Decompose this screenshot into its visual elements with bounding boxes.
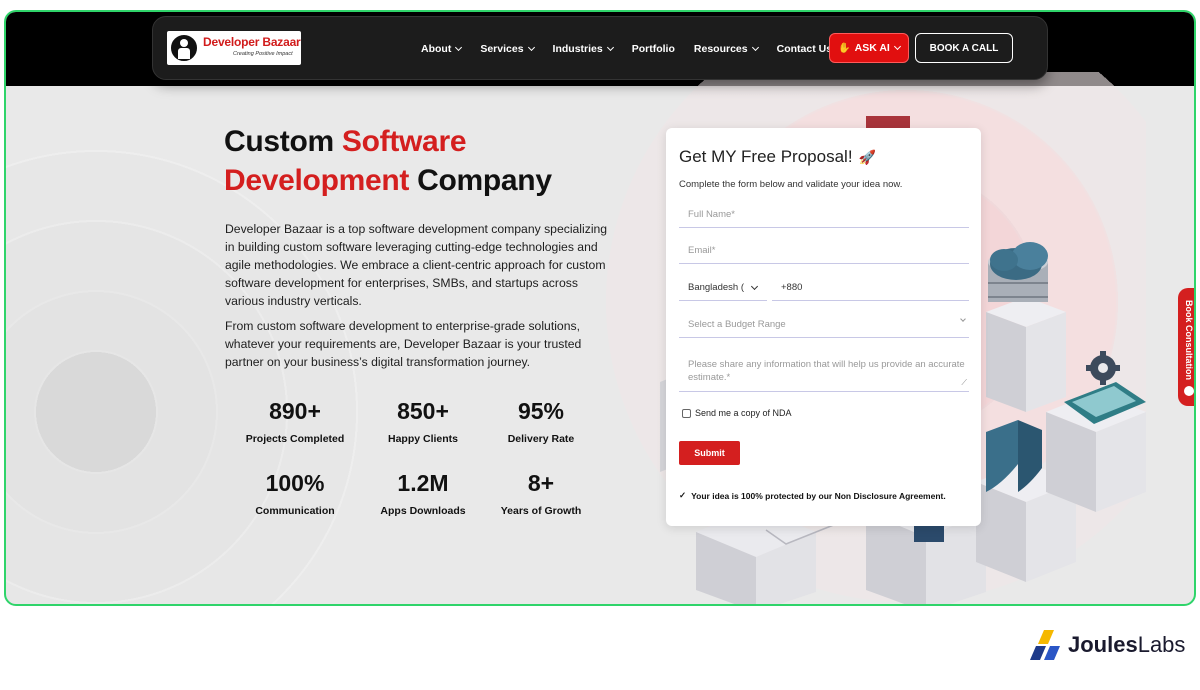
nda-label: Send me a copy of NDA [695, 408, 792, 418]
ask-ai-label: ASK AI [854, 42, 890, 54]
title-text: Company [409, 164, 552, 197]
page-title: Custom Software Development Company [224, 122, 552, 200]
hand-icon: ✋ [838, 42, 851, 54]
nav-menu: About Services Industries Portfolio Reso… [421, 17, 851, 81]
jouleslabs-wordmark: JoulesLabs [1068, 632, 1185, 658]
book-consultation-tab[interactable]: Book Consultation [1178, 288, 1194, 406]
nav-item-label: Services [480, 43, 524, 55]
stat-communication: 100% Communication [232, 470, 358, 517]
stat-delivery: 95% Delivery Rate [478, 398, 604, 445]
proposal-form: Get MY Free Proposal! 🚀 Complete the for… [666, 128, 981, 526]
stat-label: Years of Growth [500, 505, 582, 517]
nda-checkbox[interactable] [682, 408, 691, 418]
logo-mark-icon [169, 33, 199, 63]
nda-option[interactable]: Send me a copy of NDA [682, 408, 792, 418]
country-select[interactable]: Bangladesh ( [679, 275, 767, 301]
stat-value: 8+ [527, 470, 555, 496]
logo-tagline: Creating Positive Impact [233, 51, 293, 57]
stat-growth: 8+ Years of Growth [478, 470, 604, 517]
stat-value: 100% [265, 470, 325, 496]
message-placeholder: Please share any information that will h… [688, 359, 965, 383]
side-tab-label: Book Consultation [1184, 300, 1194, 380]
chevron-down-icon [606, 43, 614, 52]
top-navbar: Developer Bazaar Creating Positive Impac… [152, 16, 1048, 80]
budget-placeholder: Select a Budget Range [688, 319, 786, 330]
nav-item-contact[interactable]: Contact Us [777, 43, 832, 55]
title-highlight: Software [341, 125, 467, 158]
chevron-down-icon [527, 43, 535, 52]
nav-item-label: About [421, 43, 452, 55]
stat-value: 890+ [269, 398, 321, 424]
title-text: Custom [224, 125, 342, 158]
brand-logo[interactable]: Developer Bazaar Creating Positive Impac… [167, 31, 301, 65]
protection-note: ✓ Your idea is 100% protected by our Non… [679, 490, 946, 501]
title-highlight: Development [224, 164, 410, 197]
chevron-down-icon [750, 282, 759, 290]
stat-label: Communication [255, 505, 335, 517]
stat-label: Apps Downloads [380, 505, 466, 517]
nav-item-portfolio[interactable]: Portfolio [632, 43, 675, 55]
ask-ai-button[interactable]: ✋ ASK AI [829, 33, 909, 63]
jouleslabs-brand: JoulesLabs [1028, 628, 1185, 662]
browser-frame: Developer Bazaar Creating Positive Impac… [4, 10, 1196, 606]
nav-item-about[interactable]: About [421, 43, 463, 55]
stat-label: Delivery Rate [507, 433, 575, 445]
country-value: Bangladesh ( [688, 282, 744, 293]
submit-button[interactable]: Submit [679, 441, 740, 465]
nav-item-label: Contact Us [776, 43, 833, 55]
check-icon: ✓ [679, 490, 687, 500]
form-subtitle: Complete the form below and validate you… [679, 179, 903, 190]
email-field[interactable]: Email* [679, 238, 969, 264]
full-name-field[interactable]: Full Name* [679, 202, 969, 228]
resize-handle-icon[interactable]: ⟋ [961, 376, 967, 389]
rocket-icon: 🚀 [858, 148, 876, 165]
nav-item-services[interactable]: Services [480, 43, 535, 55]
stat-projects: 890+ Projects Completed [232, 398, 358, 445]
form-title-text: Get MY Free Proposal! [679, 147, 853, 166]
stat-value: 850+ [397, 398, 449, 424]
brand-bold: Joules [1068, 632, 1138, 657]
book-call-button[interactable]: BOOK A CALL [915, 33, 1013, 63]
gear-icon [1086, 351, 1120, 385]
jouleslabs-logo-icon [1030, 630, 1060, 660]
phone-field[interactable]: +880 [772, 275, 969, 301]
form-title: Get MY Free Proposal! 🚀 [679, 147, 876, 167]
nav-item-label: Portfolio [631, 43, 675, 55]
logo-name: Developer Bazaar [203, 35, 301, 49]
chevron-down-icon [751, 43, 759, 52]
protection-text: Your idea is 100% protected by our Non D… [691, 490, 946, 501]
chevron-down-icon [455, 43, 463, 52]
budget-select[interactable]: Select a Budget Range [679, 312, 969, 338]
chevron-down-icon [960, 316, 966, 322]
stat-clients: 850+ Happy Clients [360, 398, 486, 445]
nav-item-industries[interactable]: Industries [552, 43, 614, 55]
hero-paragraph-1: Developer Bazaar is a top software devel… [225, 222, 608, 308]
nav-item-label: Resources [693, 43, 748, 55]
red-block-decor [866, 116, 910, 128]
stat-downloads: 1.2M Apps Downloads [360, 470, 486, 517]
stat-value: 1.2M [397, 470, 449, 496]
chat-icon [1184, 386, 1194, 396]
stat-label: Happy Clients [387, 433, 458, 445]
nav-item-label: Industries [552, 43, 603, 55]
stat-value: 95% [517, 398, 565, 424]
hero-paragraph-2: From custom software development to ente… [225, 319, 582, 369]
nav-item-resources[interactable]: Resources [693, 43, 759, 55]
stat-label: Projects Completed [245, 433, 345, 445]
brand-rest: Labs [1137, 632, 1186, 657]
chevron-down-icon [893, 42, 901, 51]
message-textarea[interactable]: Please share any information that will h… [679, 352, 969, 392]
